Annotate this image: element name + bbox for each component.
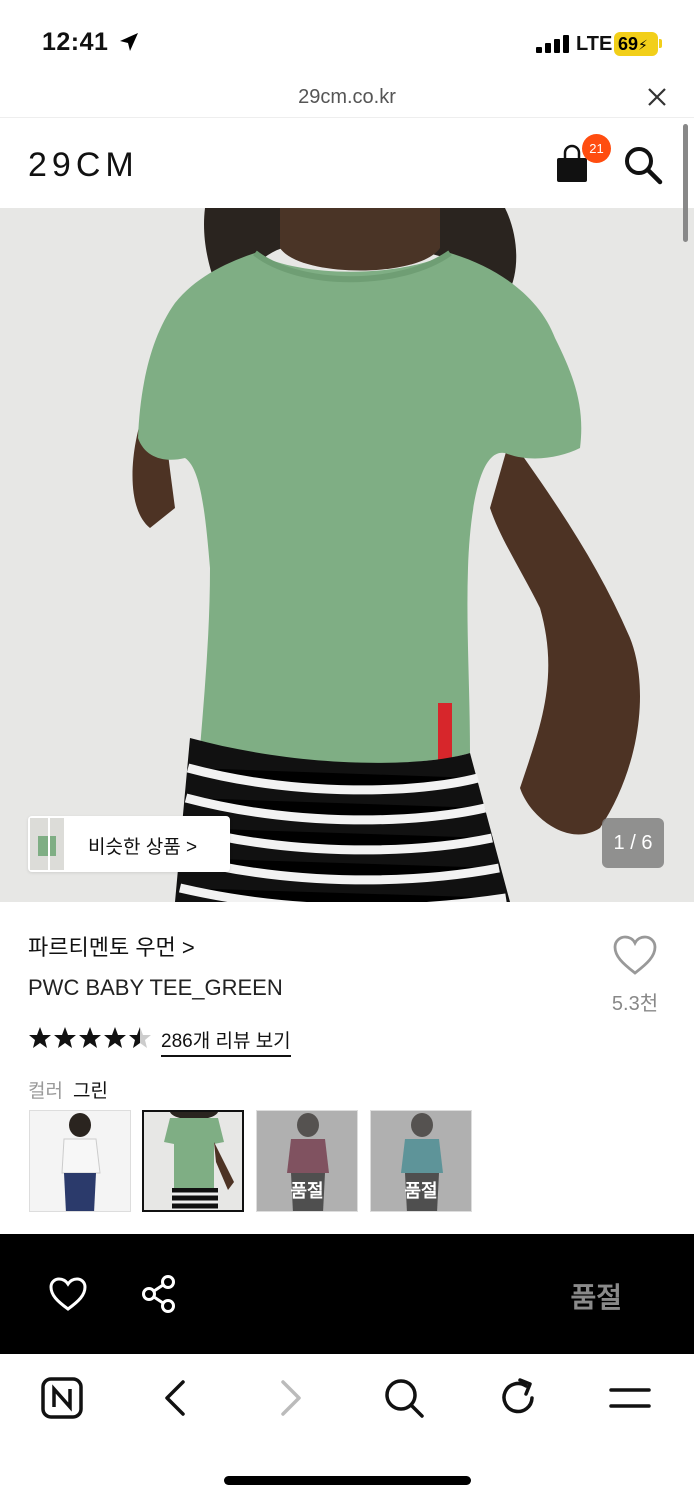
home-indicator[interactable] bbox=[224, 1476, 471, 1485]
product-name: PWC BABY TEE_GREEN bbox=[28, 975, 283, 1000]
similar-thumbnail bbox=[30, 818, 64, 870]
site-header: 29CM bbox=[0, 118, 694, 208]
star-icon bbox=[29, 1027, 51, 1048]
rating-stars bbox=[29, 1027, 151, 1048]
scroll-indicator[interactable] bbox=[683, 124, 688, 242]
battery-tip bbox=[659, 39, 662, 48]
battery-icon: 69⚡ bbox=[614, 32, 658, 56]
url-text[interactable]: 29cm.co.kr bbox=[0, 86, 694, 109]
wishlist-heart-icon[interactable] bbox=[48, 1276, 88, 1312]
wish-count: 5.3천 bbox=[611, 993, 659, 1015]
charging-bolt-icon: ⚡ bbox=[638, 37, 648, 53]
site-logo[interactable]: 29CM bbox=[28, 146, 139, 185]
battery-level: 69 bbox=[618, 34, 639, 54]
close-icon[interactable] bbox=[646, 86, 668, 108]
soldout-label: 품절 bbox=[290, 1181, 324, 1201]
star-icon bbox=[54, 1027, 76, 1048]
cart-count-badge: 21 bbox=[582, 134, 611, 163]
swatch-image bbox=[30, 1111, 130, 1211]
status-bar: 12:41 LTE 69⚡ bbox=[0, 0, 694, 80]
soldout-label: 품절 bbox=[404, 1181, 438, 1201]
forward-arrow-icon[interactable] bbox=[268, 1376, 312, 1420]
similar-products-label: 비슷한 상품 > bbox=[88, 837, 198, 858]
back-arrow-icon[interactable] bbox=[154, 1376, 198, 1420]
menu-icon[interactable] bbox=[608, 1376, 652, 1420]
refresh-icon[interactable] bbox=[496, 1376, 540, 1420]
star-icon bbox=[79, 1027, 101, 1048]
url-bar[interactable]: 29cm.co.kr bbox=[0, 80, 694, 118]
heart-icon[interactable] bbox=[612, 934, 658, 976]
signal-icon bbox=[536, 35, 570, 53]
soldout-button[interactable]: 품절 bbox=[570, 1276, 622, 1316]
search-icon[interactable] bbox=[622, 144, 664, 186]
naver-home-icon[interactable] bbox=[40, 1376, 84, 1420]
color-swatch-teal[interactable]: 품절 bbox=[370, 1110, 472, 1212]
similar-products-button[interactable]: 비슷한 상품 > bbox=[28, 816, 230, 872]
color-label: 컬러 bbox=[28, 1081, 63, 1102]
color-swatch-green[interactable] bbox=[142, 1110, 244, 1212]
color-swatch-white[interactable] bbox=[29, 1110, 131, 1212]
purchase-action-bar: 품절 bbox=[0, 1234, 694, 1354]
product-image[interactable] bbox=[0, 208, 694, 902]
swatch-image bbox=[144, 1112, 242, 1210]
reviews-link[interactable]: 286개 리뷰 보기 bbox=[161, 1026, 291, 1057]
color-value: 그린 bbox=[72, 1081, 108, 1102]
brand-link[interactable]: 파르티멘토 우먼 > bbox=[28, 930, 195, 962]
search-icon[interactable] bbox=[382, 1376, 426, 1420]
status-time: 12:41 bbox=[42, 28, 109, 56]
image-counter: 1 / 6 bbox=[602, 818, 664, 868]
share-icon[interactable] bbox=[140, 1274, 178, 1314]
color-row: 컬러 그린 bbox=[28, 1076, 108, 1103]
location-arrow-icon bbox=[120, 33, 138, 51]
network-label: LTE bbox=[576, 33, 613, 55]
color-swatch-burgundy[interactable]: 품절 bbox=[256, 1110, 358, 1212]
star-icon bbox=[104, 1027, 126, 1048]
product-photo bbox=[0, 208, 694, 902]
